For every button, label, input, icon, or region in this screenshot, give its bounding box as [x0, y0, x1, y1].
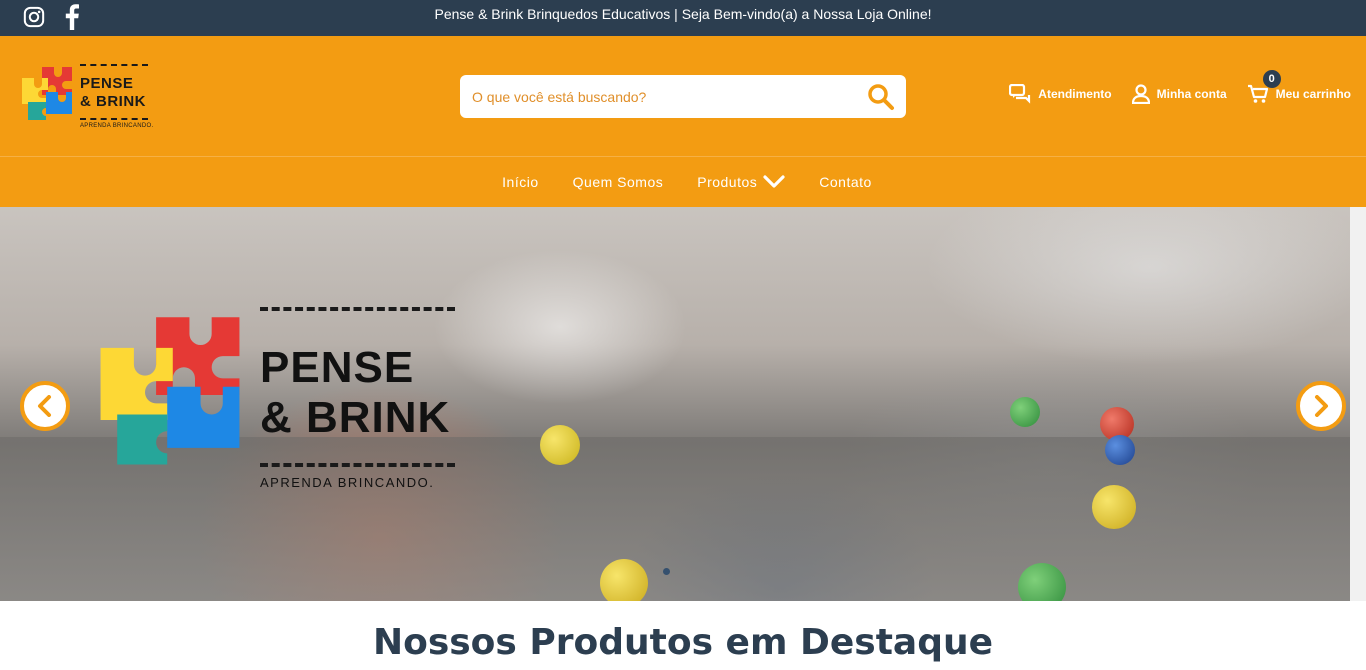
logo-tagline: APRENDA BRINCANDO.	[80, 123, 154, 129]
carousel-next-button[interactable]	[1296, 381, 1346, 431]
chat-icon	[1009, 84, 1031, 104]
chevron-left-icon	[38, 395, 51, 417]
hero-logo: PENSE & BRINK APRENDA BRINCANDO.	[95, 307, 465, 497]
chevron-right-icon	[1315, 395, 1328, 417]
puzzle-logo-icon	[22, 67, 72, 120]
toy-ball	[1010, 397, 1040, 427]
nav-item-inicio[interactable]: Início	[502, 174, 538, 190]
page-scrollbar[interactable]	[1350, 207, 1366, 601]
cart-count-badge: 0	[1262, 70, 1281, 88]
carousel-prev-button[interactable]	[20, 381, 70, 431]
puzzle-logo-icon	[100, 317, 240, 465]
cart-icon	[1247, 84, 1269, 104]
welcome-message: Pense & Brink Brinquedos Educativos | Se…	[434, 6, 932, 22]
chevron-down-icon	[763, 175, 785, 188]
support-label: Atendimento	[1038, 87, 1112, 101]
header: PENSE & BRINK APRENDA BRINCANDO. Atendim…	[0, 36, 1366, 156]
logo-divider-top	[80, 64, 148, 66]
logo-line1: PENSE	[80, 75, 134, 92]
logo-line2: & BRINK	[80, 93, 146, 110]
hero-logo-line2: & BRINK	[260, 393, 451, 442]
search-bar	[460, 75, 906, 118]
top-bar: Pense & Brink Brinquedos Educativos | Se…	[0, 0, 1366, 36]
search-button[interactable]	[866, 82, 896, 112]
nav-item-quem-somos[interactable]: Quem Somos	[573, 174, 664, 190]
toy-ball	[600, 559, 648, 601]
search-icon	[868, 84, 894, 110]
cart-label: Meu carrinho	[1275, 87, 1351, 101]
account-link[interactable]: Minha conta	[1131, 84, 1227, 104]
carousel-dot[interactable]	[663, 568, 670, 575]
nav-item-contato[interactable]: Contato	[819, 174, 872, 190]
carousel-indicators	[663, 568, 670, 575]
user-icon	[1131, 84, 1150, 104]
nav-item-produtos[interactable]: Produtos	[697, 174, 785, 190]
toy-ball	[540, 425, 580, 465]
logo-divider-bottom	[80, 118, 148, 120]
toy-ball	[1092, 485, 1136, 529]
search-input[interactable]	[472, 75, 852, 118]
hero-logo-tagline: APRENDA BRINCANDO.	[260, 475, 435, 490]
support-link[interactable]: Atendimento	[1009, 84, 1112, 104]
site-logo[interactable]: PENSE & BRINK APRENDA BRINCANDO.	[20, 62, 155, 132]
featured-products-title: Nossos Produtos em Destaque	[372, 622, 994, 663]
hero-logo-divider-bottom	[260, 463, 455, 467]
hero-banner: PENSE & BRINK APRENDA BRINCANDO.	[0, 207, 1350, 601]
cart-link[interactable]: 0 Meu carrinho	[1247, 70, 1351, 104]
main-nav: Início Quem Somos Produtos Contato	[0, 156, 1366, 207]
toy-ball	[1105, 435, 1135, 465]
hero-logo-line1: PENSE	[260, 343, 415, 392]
account-label: Minha conta	[1156, 87, 1227, 101]
header-links: Atendimento Minha conta 0 Meu carrinho	[1009, 70, 1351, 104]
hero-logo-divider-top	[260, 307, 455, 311]
